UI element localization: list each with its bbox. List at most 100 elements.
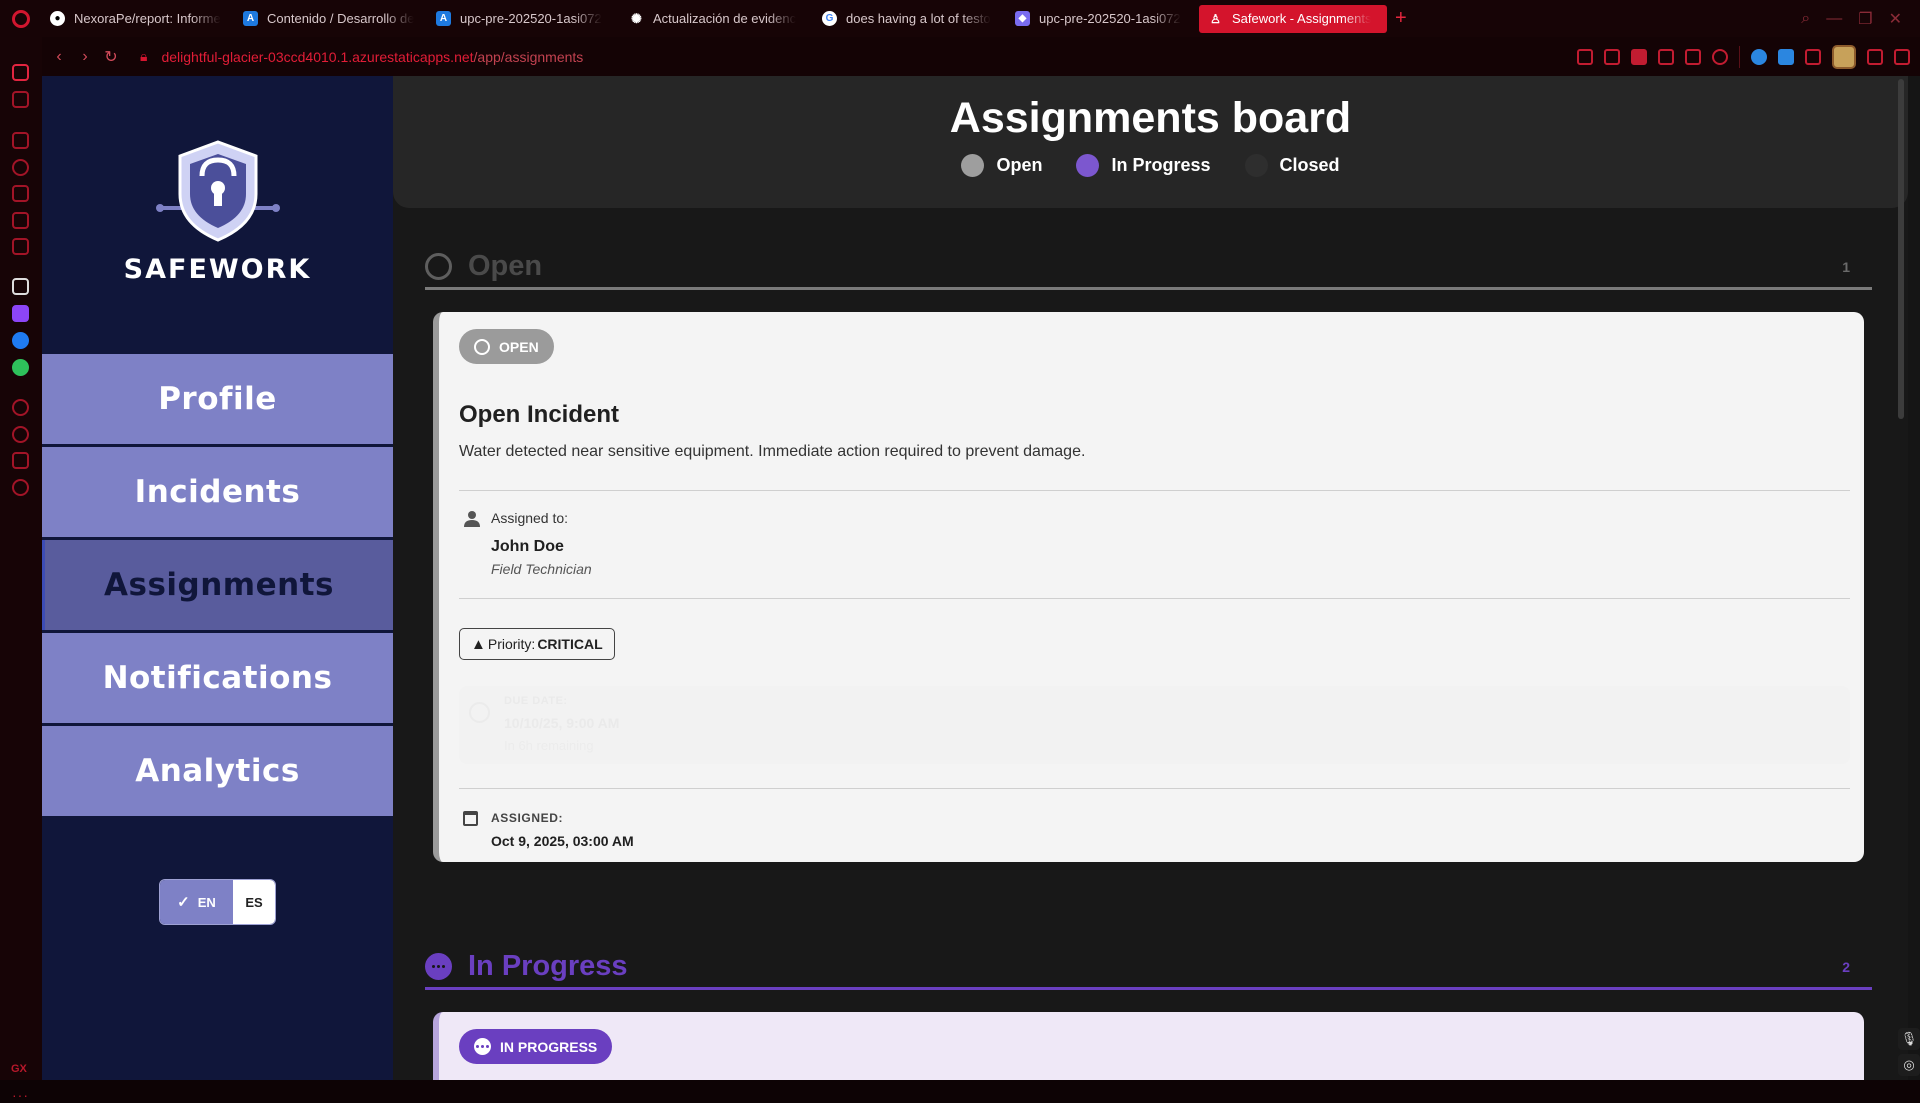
- puzzle-extensions-icon[interactable]: [1805, 48, 1821, 65]
- extension-icon[interactable]: [1778, 48, 1794, 65]
- restore-icon[interactable]: ❐: [1858, 9, 1872, 29]
- address-bar: ‹ › ↻ 🔒︎ delightful-glacier-03ccd4010.1.…: [42, 37, 1920, 76]
- gx-corner-icon[interactable]: [12, 132, 29, 149]
- sidebar-item-analytics[interactable]: Analytics: [42, 726, 393, 816]
- legend-dot-open: [961, 154, 985, 177]
- card-divider: [459, 788, 1850, 789]
- settings-gear-icon[interactable]: [12, 479, 29, 496]
- reload-icon[interactable]: ↻: [98, 47, 124, 67]
- home-icon[interactable]: [12, 64, 29, 81]
- status-badge-label: OPEN: [499, 338, 539, 355]
- legend-label: In Progress: [1111, 155, 1211, 175]
- clock-icon: [469, 702, 490, 723]
- in-progress-status-icon: [474, 1038, 491, 1055]
- messenger-icon[interactable]: [12, 332, 29, 349]
- url-path: /app/assignments: [473, 48, 584, 65]
- menu-icon[interactable]: [1894, 48, 1910, 65]
- tab-title: Safework - Assignments: [1232, 11, 1372, 26]
- sidebar-item-notifications[interactable]: Notifications: [42, 633, 393, 723]
- browser-tab[interactable]: ● NexoraPe/report: Informe: [41, 5, 232, 33]
- tab-title: Actualización de evidenc: [653, 11, 797, 26]
- lock-icon: 🔒︎: [140, 48, 148, 64]
- extensions-icon[interactable]: [12, 452, 29, 469]
- aria-ai-icon[interactable]: [12, 278, 29, 295]
- section-count: 2: [1842, 958, 1850, 975]
- browser-tab[interactable]: A Contenido / Desarrollo de: [234, 5, 425, 33]
- azure-devops-icon: A: [243, 11, 258, 26]
- legend-label: Open: [996, 155, 1043, 175]
- window-controls: ⌕ — ❐ ✕: [1801, 0, 1920, 37]
- minimize-icon[interactable]: —: [1826, 10, 1842, 28]
- search-tabs-icon[interactable]: ⌕: [1801, 10, 1810, 28]
- person-icon: ♙: [1210, 11, 1221, 26]
- opera-gx-logo-icon[interactable]: [0, 0, 41, 37]
- music-icon[interactable]: [12, 238, 29, 255]
- card-divider: [459, 598, 1850, 599]
- whatsapp-icon[interactable]: [12, 359, 29, 376]
- in-progress-status-icon: [425, 953, 452, 980]
- scrollbar[interactable]: [1898, 79, 1904, 419]
- azure-devops-icon: A: [436, 11, 451, 26]
- games-icon[interactable]: [12, 185, 29, 202]
- legend-item-open: Open: [961, 154, 1042, 177]
- language-en-button[interactable]: ✓ EN: [160, 880, 233, 924]
- assigned-date-label: ASSIGNED:: [491, 811, 564, 825]
- close-icon[interactable]: ✕: [1889, 9, 1902, 29]
- adblock-shield-icon[interactable]: [1631, 48, 1647, 65]
- person-icon: [464, 511, 480, 527]
- back-icon[interactable]: ‹: [46, 48, 72, 66]
- browser-tab[interactable]: A upc-pre-202520-1asi072: [427, 5, 618, 33]
- language-es-button[interactable]: ES: [233, 880, 275, 924]
- browser-tab[interactable]: G does having a lot of testo: [813, 5, 1004, 33]
- forward-icon[interactable]: ›: [72, 48, 98, 66]
- translate-icon[interactable]: [1658, 48, 1674, 65]
- status-badge: IN PROGRESS: [459, 1029, 613, 1064]
- tab-title: NexoraPe/report: Informe: [74, 11, 221, 26]
- status-badge-label: IN PROGRESS: [500, 1038, 598, 1055]
- history-icon[interactable]: [12, 426, 29, 443]
- gx-control-icon[interactable]: [12, 91, 29, 108]
- snapshot-icon[interactable]: [1604, 48, 1620, 65]
- sidebar-item-profile[interactable]: Profile: [42, 354, 393, 444]
- gx-cleaner-icon[interactable]: [12, 159, 29, 176]
- open-status-icon: [474, 338, 490, 355]
- profile-avatar[interactable]: [1832, 44, 1856, 69]
- legend-dot-closed: [1244, 154, 1268, 177]
- vpn-extension-icon[interactable]: [1751, 48, 1767, 65]
- assignment-card[interactable]: OPEN Open Incident Water detected near s…: [433, 312, 1864, 862]
- browser-tab-active[interactable]: ♙ Safework - Assignments: [1199, 4, 1387, 33]
- microphone-icon[interactable]: 🎙︎: [1898, 1028, 1920, 1050]
- tab-title: does having a lot of testo: [846, 11, 991, 26]
- heart-icon[interactable]: [1712, 48, 1728, 65]
- due-date-block: DUE DATE: 10/10/25, 9:00 AM In 6h remain…: [459, 686, 1850, 764]
- url-host: delightful-glacier-03ccd4010.1.azurestat…: [161, 48, 474, 65]
- toolbar-divider: [1739, 45, 1740, 68]
- assignment-card[interactable]: IN PROGRESS: [433, 1012, 1864, 1080]
- lens-icon[interactable]: ◎: [1898, 1054, 1920, 1076]
- warning-icon: ▲: [471, 635, 486, 653]
- section-divider: [425, 287, 1872, 290]
- player-icon[interactable]: [1685, 48, 1701, 65]
- more-options-icon[interactable]: ···: [12, 1087, 29, 1103]
- sidebar-item-incidents[interactable]: Incidents: [42, 447, 393, 537]
- new-tab-button[interactable]: +: [1395, 7, 1415, 30]
- sidebar-item-assignments[interactable]: Assignments: [42, 540, 393, 630]
- open-status-icon: [425, 253, 452, 280]
- url-field[interactable]: 🔒︎ delightful-glacier-03ccd4010.1.azures…: [140, 48, 583, 65]
- player-icon[interactable]: [12, 399, 29, 416]
- twitch-icon[interactable]: [12, 305, 29, 322]
- tab-title: Contenido / Desarrollo de: [267, 11, 415, 26]
- section-count: 1: [1842, 258, 1850, 275]
- browser-tab[interactable]: ✺ Actualización de evidenc: [620, 5, 811, 33]
- tab-title: upc-pre-202520-1asi072: [1039, 11, 1181, 26]
- safework-app: SAFEWORK Profile Incidents Assignments N…: [42, 76, 1920, 1080]
- main-content: Assignments board Open In Progress Close…: [393, 76, 1908, 1080]
- download-icon[interactable]: [1867, 48, 1883, 65]
- bookmark-icon[interactable]: [1577, 48, 1593, 65]
- due-date-note: In 6h remaining: [504, 738, 594, 753]
- browser-tab[interactable]: ◆ upc-pre-202520-1asi072: [1006, 5, 1197, 33]
- openai-icon: ✺: [631, 10, 642, 26]
- browser-sidebar: GX ···: [0, 37, 42, 1103]
- assignee-role: Field Technician: [491, 561, 592, 577]
- mods-icon[interactable]: [12, 212, 29, 229]
